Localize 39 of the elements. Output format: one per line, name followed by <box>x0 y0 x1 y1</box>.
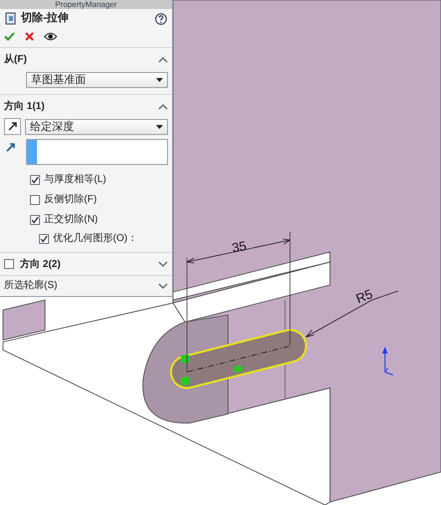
checkbox-label: 正交切除(N) <box>44 212 98 228</box>
check-icon <box>40 234 48 243</box>
caret-icon <box>156 78 163 82</box>
dropdown[interactable]: 给定深度 <box>25 118 168 135</box>
section-title: 方向 1(1) <box>4 99 45 114</box>
checkbox[interactable] <box>39 234 49 244</box>
checkbox[interactable] <box>30 174 40 185</box>
cancel-x-icon[interactable] <box>25 32 34 41</box>
chevron-up-icon[interactable] <box>158 56 168 63</box>
eye-icon[interactable] <box>44 32 57 41</box>
chevron-up-icon[interactable] <box>158 104 168 110</box>
dimension-label: R5 <box>354 286 375 306</box>
panel-header-title: PropertyManager <box>55 0 117 9</box>
checkbox[interactable] <box>4 259 14 270</box>
dropdown[interactable]: 草图基准面 <box>26 72 168 88</box>
arrow-icon <box>7 121 18 132</box>
section-title: 从(F) <box>4 52 27 68</box>
axis-triad-icon <box>382 348 394 376</box>
checkbox[interactable] <box>30 194 40 205</box>
caret-icon <box>156 124 163 129</box>
section-title: 所选轮廓(S) <box>4 278 58 294</box>
check-icon <box>31 216 39 224</box>
feature-title: 切除-拉伸 <box>21 10 70 26</box>
help-icon[interactable] <box>155 12 167 25</box>
dimension-label: 35 <box>230 238 248 256</box>
chevron-down-icon[interactable] <box>158 261 168 268</box>
direction-arrow-icon <box>6 142 16 152</box>
section-title: 方向 2(2) <box>20 257 62 272</box>
checkbox[interactable] <box>30 214 40 225</box>
check-icon <box>31 176 39 184</box>
feature-icon <box>5 12 17 26</box>
checkbox-label: 优化几何图形(O)： <box>53 232 138 246</box>
dropdown-value: 给定深度 <box>30 120 74 135</box>
chevron-down-icon[interactable] <box>158 282 168 289</box>
ok-check-icon[interactable] <box>4 32 15 41</box>
checkbox-label: 与厚度相等(L) <box>44 172 106 188</box>
dropdown-value: 草图基准面 <box>31 73 86 88</box>
checkbox-label: 反侧切除(F) <box>44 192 97 208</box>
reverse-direction-button[interactable] <box>4 118 21 136</box>
